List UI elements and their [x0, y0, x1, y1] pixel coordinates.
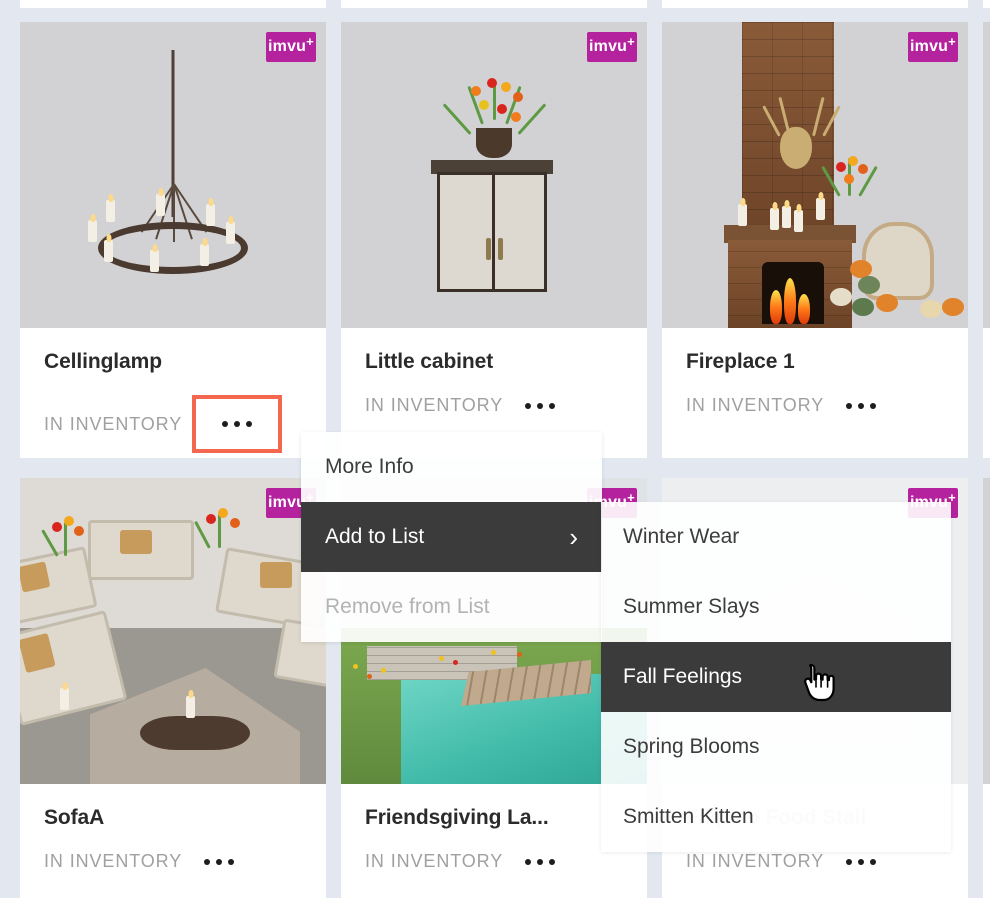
- product-card-previous-row[interactable]: [20, 0, 326, 8]
- product-status-row: IN INVENTORY: [365, 395, 623, 416]
- product-status-row: IN INVENTORY: [365, 851, 623, 872]
- product-status: IN INVENTORY: [44, 851, 183, 871]
- product-card-previous-row[interactable]: [983, 0, 990, 8]
- product-status-row: IN INVENTORY: [44, 851, 302, 872]
- product-status-row: IN INVENTORY: [686, 395, 944, 416]
- product-status: IN INVENTORY: [365, 851, 504, 871]
- submenu-item-label: Spring Blooms: [623, 735, 760, 758]
- cabinet-illustration: [341, 22, 647, 328]
- inventory-grid-page: imvu + Cellinglamp IN INVENTORY imvu + L…: [0, 0, 990, 898]
- chandelier-illustration: [20, 22, 326, 328]
- imvu-plus-badge: imvu+: [587, 32, 637, 62]
- context-menu-item-add-to-list[interactable]: Add to List ›: [301, 502, 602, 572]
- submenu-item-smitten-kitten[interactable]: Smitten Kitten: [601, 782, 951, 852]
- submenu-item-label: Smitten Kitten: [623, 805, 754, 828]
- imvu-badge-plus: +: [627, 33, 635, 49]
- product-status: IN INVENTORY: [365, 395, 504, 415]
- add-to-list-submenu: Winter Wear Summer Slays Fall Feelings S…: [601, 502, 951, 852]
- ellipsis-icon[interactable]: [192, 395, 283, 453]
- product-card-previous-row[interactable]: [341, 0, 647, 8]
- product-meta: SofaA IN INVENTORY: [20, 784, 326, 892]
- product-title: Fireplace 1: [686, 350, 795, 373]
- ellipsis-icon[interactable]: [842, 397, 880, 415]
- product-title: Friendsgiving La...: [365, 806, 549, 829]
- ellipsis-icon[interactable]: [842, 853, 880, 871]
- product-thumbnail[interactable]: [983, 22, 990, 328]
- imvu-badge-text: imvu: [910, 38, 949, 55]
- product-title: SofaA: [44, 806, 105, 829]
- submenu-item-label: Winter Wear: [623, 525, 740, 548]
- product-thumbnail[interactable]: imvu+: [20, 22, 326, 328]
- context-menu-item-remove-from-list: Remove from List: [301, 572, 602, 642]
- context-menu: More Info Add to List › Remove from List: [301, 432, 602, 642]
- context-menu-item-more-info[interactable]: More Info: [301, 432, 602, 502]
- submenu-item-label: Fall Feelings: [623, 665, 743, 688]
- product-meta: Little cabinet IN INVENTORY: [341, 328, 647, 436]
- product-thumbnail[interactable]: imvu+: [341, 22, 647, 328]
- product-thumbnail[interactable]: imvu+: [662, 22, 968, 328]
- product-card[interactable]: imvu + Little cabinet IN INVENTORY: [341, 22, 647, 458]
- ellipsis-icon[interactable]: [521, 853, 559, 871]
- imvu-badge-plus: +: [948, 33, 956, 49]
- imvu-plus-badge: imvu+: [908, 32, 958, 62]
- product-title: Little cabinet: [365, 350, 494, 373]
- product-card-partial[interactable]: [983, 22, 990, 458]
- product-thumbnail[interactable]: [983, 478, 990, 784]
- product-card-previous-row[interactable]: [662, 0, 968, 8]
- context-menu-item-label: Remove from List: [325, 595, 490, 618]
- context-menu-item-label: More Info: [325, 455, 414, 478]
- submenu-item-label: Summer Slays: [623, 595, 760, 618]
- submenu-item-spring-blooms[interactable]: Spring Blooms: [601, 712, 951, 782]
- imvu-plus-badge: imvu+: [266, 32, 316, 62]
- chevron-right-icon: ›: [569, 522, 578, 552]
- product-meta: Cellinglamp IN INVENTORY: [20, 328, 326, 453]
- product-card-partial[interactable]: [983, 478, 990, 898]
- submenu-item-summer-slays[interactable]: Summer Slays: [601, 572, 951, 642]
- context-menu-item-label: Add to List: [325, 525, 425, 548]
- ellipsis-icon[interactable]: [200, 853, 238, 871]
- product-card[interactable]: imvu+ SofaA IN INVENTORY: [20, 478, 326, 898]
- sofa-illustration: [20, 478, 326, 784]
- product-status: IN INVENTORY: [686, 395, 825, 415]
- product-title: Cellinglamp: [44, 350, 162, 373]
- product-status-row: IN INVENTORY: [44, 395, 302, 453]
- imvu-badge-text: imvu: [589, 38, 628, 55]
- product-status: IN INVENTORY: [686, 851, 825, 871]
- ellipsis-icon[interactable]: [521, 397, 559, 415]
- product-status-row: IN INVENTORY: [686, 851, 944, 872]
- product-card[interactable]: imvu + Fireplace 1 IN INVENTORY: [662, 22, 968, 458]
- imvu-badge-plus: +: [306, 33, 314, 49]
- submenu-item-fall-feelings[interactable]: Fall Feelings: [601, 642, 951, 712]
- fireplace-illustration: [662, 22, 968, 328]
- product-status: IN INVENTORY: [44, 413, 183, 434]
- imvu-badge-text: imvu: [268, 38, 307, 55]
- product-card[interactable]: imvu + Cellinglamp IN INVENTORY: [20, 22, 326, 458]
- product-meta: Fireplace 1 IN INVENTORY: [662, 328, 968, 436]
- product-thumbnail[interactable]: imvu+: [20, 478, 326, 784]
- submenu-item-winter-wear[interactable]: Winter Wear: [601, 502, 951, 572]
